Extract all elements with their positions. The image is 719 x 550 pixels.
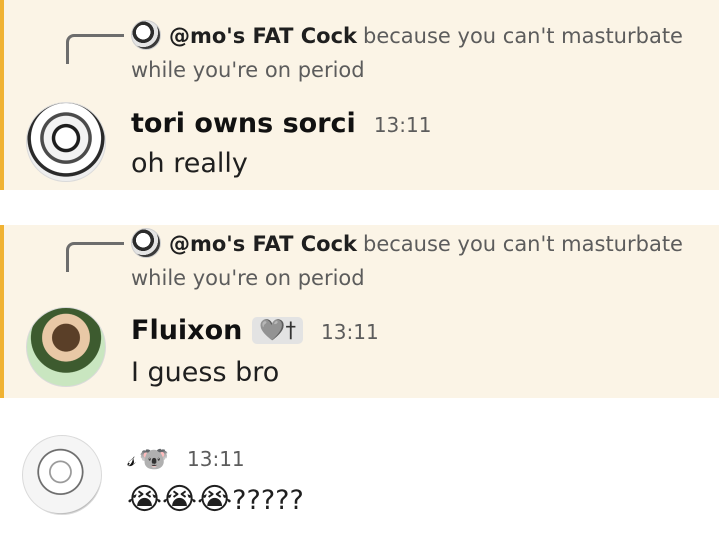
message-header: 𝓈 🐨 13:11	[127, 445, 245, 473]
message-3[interactable]: 𝓈 🐨 13:11 😭😭😭?????	[0, 415, 719, 550]
avatar[interactable]	[22, 435, 102, 515]
message-content: 😭😭😭?????	[127, 482, 304, 517]
username[interactable]: 𝓈	[127, 447, 135, 472]
message-content: I guess bro	[131, 357, 280, 388]
reply-avatar	[131, 228, 161, 258]
reply-connector	[66, 34, 124, 64]
message-2[interactable]: @mo's FAT Cock because you can't masturba…	[0, 225, 719, 398]
reply-text: because you can't masturbate	[363, 24, 683, 48]
message-header: tori owns sorci 13:11	[131, 108, 431, 139]
message-1[interactable]: @mo's FAT Cock because you can't masturba…	[0, 0, 719, 190]
koala-emoji: 🐨	[139, 445, 169, 473]
reply-text-cont: while you're on period	[131, 58, 365, 82]
timestamp[interactable]: 13:11	[374, 113, 432, 137]
message-header: Fluixon 🩶† 13:11	[131, 315, 379, 346]
avatar[interactable]	[26, 102, 106, 182]
reply-connector	[66, 242, 124, 272]
username[interactable]: tori owns sorci	[131, 108, 356, 139]
role-tag[interactable]: 🩶†	[252, 317, 304, 344]
avatar[interactable]	[26, 307, 106, 387]
reply-preview[interactable]: @mo's FAT Cock because you can't masturba…	[131, 227, 699, 295]
reply-author[interactable]: @mo's FAT Cock	[169, 232, 357, 256]
reply-text: because you can't masturbate	[363, 232, 683, 256]
timestamp[interactable]: 13:11	[187, 447, 245, 471]
reply-avatar	[131, 20, 161, 50]
message-content: oh really	[131, 148, 248, 179]
crying-emoji: 😭😭😭	[127, 482, 233, 517]
reply-preview[interactable]: @mo's FAT Cock because you can't masturba…	[131, 19, 699, 87]
timestamp[interactable]: 13:11	[321, 320, 379, 344]
reply-text-cont: while you're on period	[131, 266, 365, 290]
username[interactable]: Fluixon	[131, 315, 242, 346]
reply-author[interactable]: @mo's FAT Cock	[169, 24, 357, 48]
message-text: ?????	[232, 485, 304, 516]
